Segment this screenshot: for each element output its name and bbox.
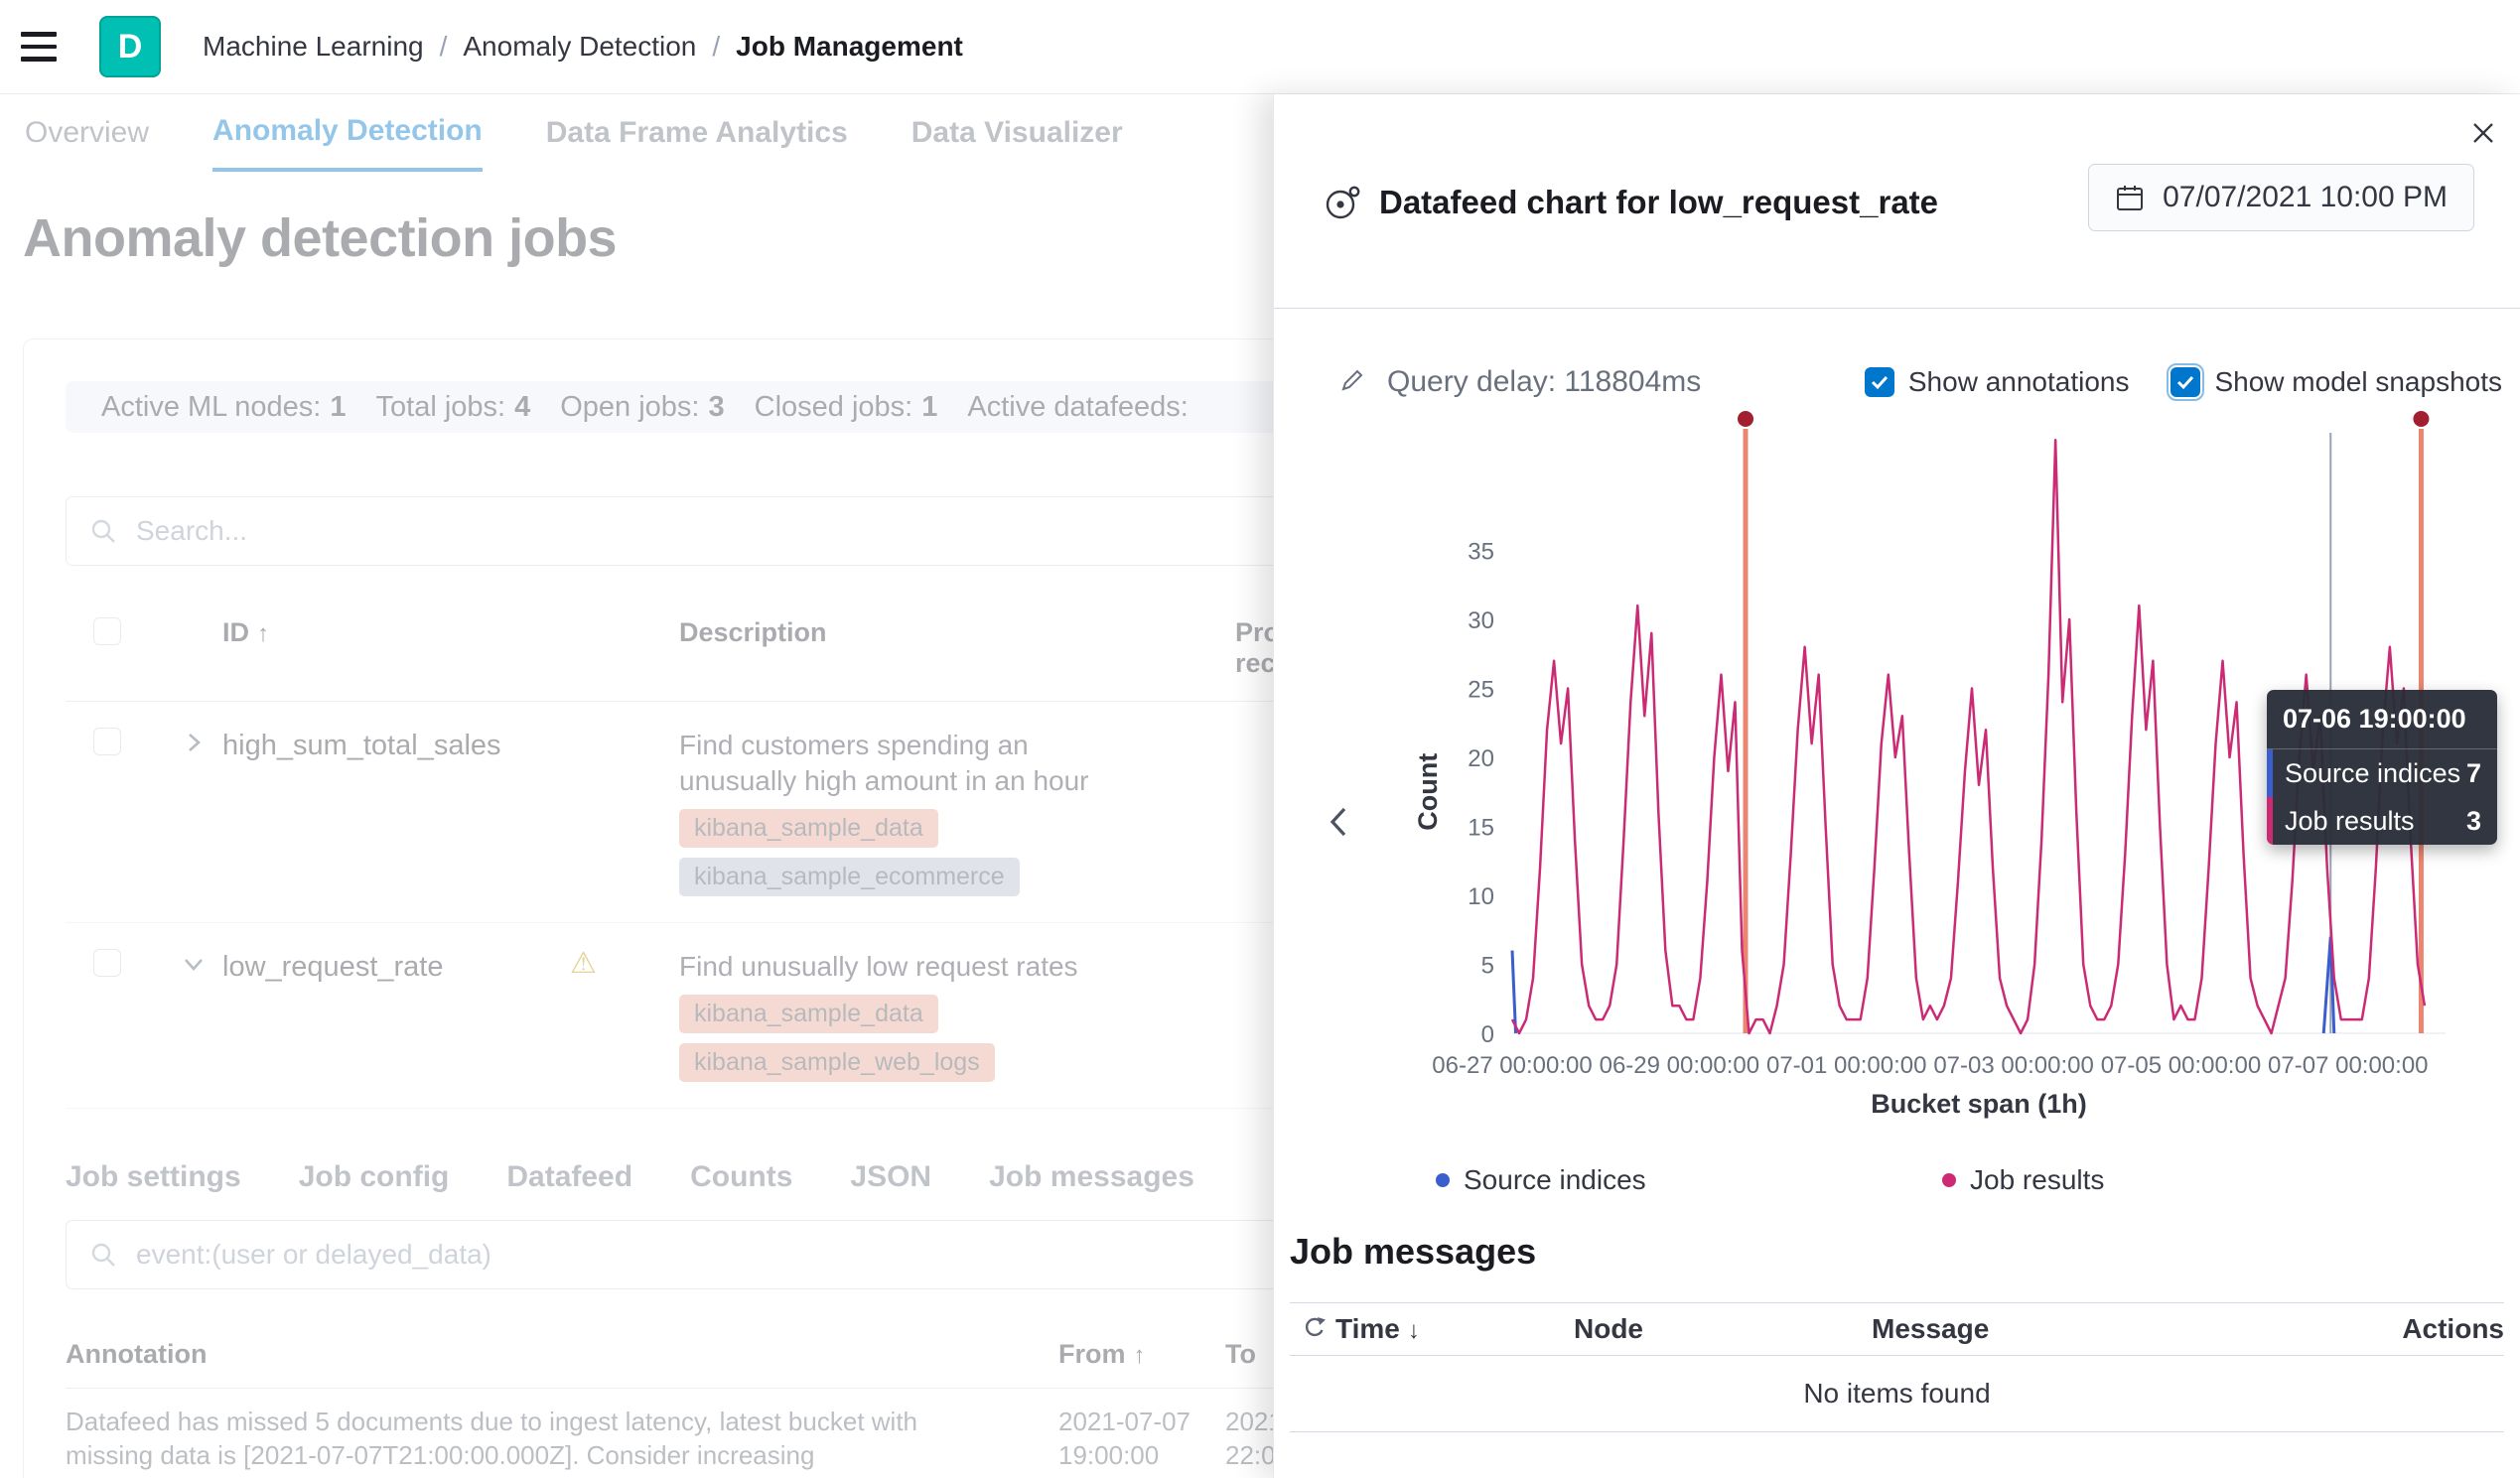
chevron-left-icon[interactable]: [1324, 804, 1355, 843]
legend-dot: [1942, 1173, 1956, 1187]
svg-text:35: 35: [1468, 539, 1494, 566]
breadcrumb-job-management: Job Management: [736, 31, 963, 63]
messages-table-header: Time↓ Node Message Actions: [1290, 1302, 2504, 1356]
sort-descending-icon: ↓: [1408, 1317, 1420, 1344]
breadcrumb-machine-learning[interactable]: Machine Learning: [203, 31, 424, 63]
top-navigation-bar: D Machine Learning / Anomaly Detection /…: [0, 0, 2520, 94]
svg-text:Bucket span (1h): Bucket span (1h): [1871, 1089, 2087, 1119]
legend-source-indices[interactable]: Source indices: [1436, 1164, 1646, 1196]
svg-text:Count: Count: [1413, 753, 1443, 831]
query-delay-label: Query delay: 118804ms: [1387, 365, 1701, 399]
flyout-title: Datafeed chart for low_request_rate: [1379, 184, 1938, 221]
tooltip-time: 07-06 19:00:00: [2267, 690, 2497, 749]
menu-icon[interactable]: [8, 16, 70, 77]
datafeed-chart[interactable]: 0 5 10 15 20 25 30 35 Count 06-27 00:00:00 06-29 0…: [1413, 407, 2475, 1122]
close-icon[interactable]: [2468, 118, 2498, 151]
svg-text:25: 25: [1468, 677, 1494, 704]
column-node: Node: [1574, 1313, 1872, 1345]
job-messages-title: Job messages: [1290, 1231, 2504, 1273]
column-actions: Actions: [2365, 1313, 2504, 1345]
svg-text:15: 15: [1468, 815, 1494, 842]
date-picker[interactable]: 07/07/2021 10:00 PM: [2088, 164, 2474, 231]
breadcrumb-separator: /: [440, 31, 448, 63]
legend-job-results[interactable]: Job results: [1942, 1164, 2104, 1196]
chart-tooltip: 07-06 19:00:00 Source indices 7 Job resu…: [2267, 690, 2497, 845]
breadcrumb-anomaly-detection[interactable]: Anomaly Detection: [463, 31, 696, 63]
tooltip-row: Job results 3: [2267, 797, 2497, 845]
checkbox-label: Show annotations: [1908, 366, 2130, 398]
svg-text:06-27 00:00:00: 06-27 00:00:00: [1432, 1052, 1592, 1079]
svg-text:07-01 00:00:00: 07-01 00:00:00: [1766, 1052, 1926, 1079]
checkbox-checked-icon: [1865, 367, 1894, 397]
divider: [1274, 308, 2520, 309]
svg-text:07-07 00:00:00: 07-07 00:00:00: [2268, 1052, 2428, 1079]
show-annotations-checkbox[interactable]: Show annotations: [1865, 366, 2130, 398]
breadcrumb-separator: /: [712, 31, 720, 63]
svg-text:06-29 00:00:00: 06-29 00:00:00: [1600, 1052, 1759, 1079]
column-message: Message: [1872, 1313, 2365, 1345]
svg-text:07-05 00:00:00: 07-05 00:00:00: [2101, 1052, 2261, 1079]
column-time[interactable]: Time↓: [1335, 1313, 1574, 1345]
svg-text:30: 30: [1468, 607, 1494, 634]
svg-text:0: 0: [1481, 1021, 1494, 1048]
svg-text:5: 5: [1481, 953, 1494, 980]
chart-controls: Query delay: 118804ms Show annotations S…: [1337, 360, 2502, 404]
job-messages-section: Job messages Time↓ Node Message Actions …: [1290, 1231, 2504, 1432]
tooltip-row: Source indices 7: [2267, 749, 2497, 797]
chart-legend: Source indices Job results: [1413, 1164, 2475, 1204]
calendar-icon: [2115, 183, 2145, 212]
refresh-icon[interactable]: [1290, 1314, 1335, 1345]
show-model-snapshots-checkbox[interactable]: Show model snapshots: [2170, 366, 2502, 398]
legend-dot: [1436, 1173, 1450, 1187]
checkbox-checked-icon: [2170, 367, 2200, 397]
deployment-logo[interactable]: D: [99, 16, 161, 77]
date-picker-value: 07/07/2021 10:00 PM: [2163, 181, 2448, 214]
ml-job-icon: [1322, 184, 1361, 228]
edit-icon[interactable]: [1337, 365, 1367, 400]
breadcrumb: Machine Learning / Anomaly Detection / J…: [203, 31, 963, 63]
checkbox-label: Show model snapshots: [2214, 366, 2502, 398]
svg-text:20: 20: [1468, 745, 1494, 772]
svg-text:07-03 00:00:00: 07-03 00:00:00: [1933, 1052, 2093, 1079]
svg-text:10: 10: [1468, 883, 1494, 910]
empty-table-message: No items found: [1290, 1356, 2504, 1432]
datafeed-chart-flyout: Datafeed chart for low_request_rate 07/0…: [1273, 94, 2520, 1478]
